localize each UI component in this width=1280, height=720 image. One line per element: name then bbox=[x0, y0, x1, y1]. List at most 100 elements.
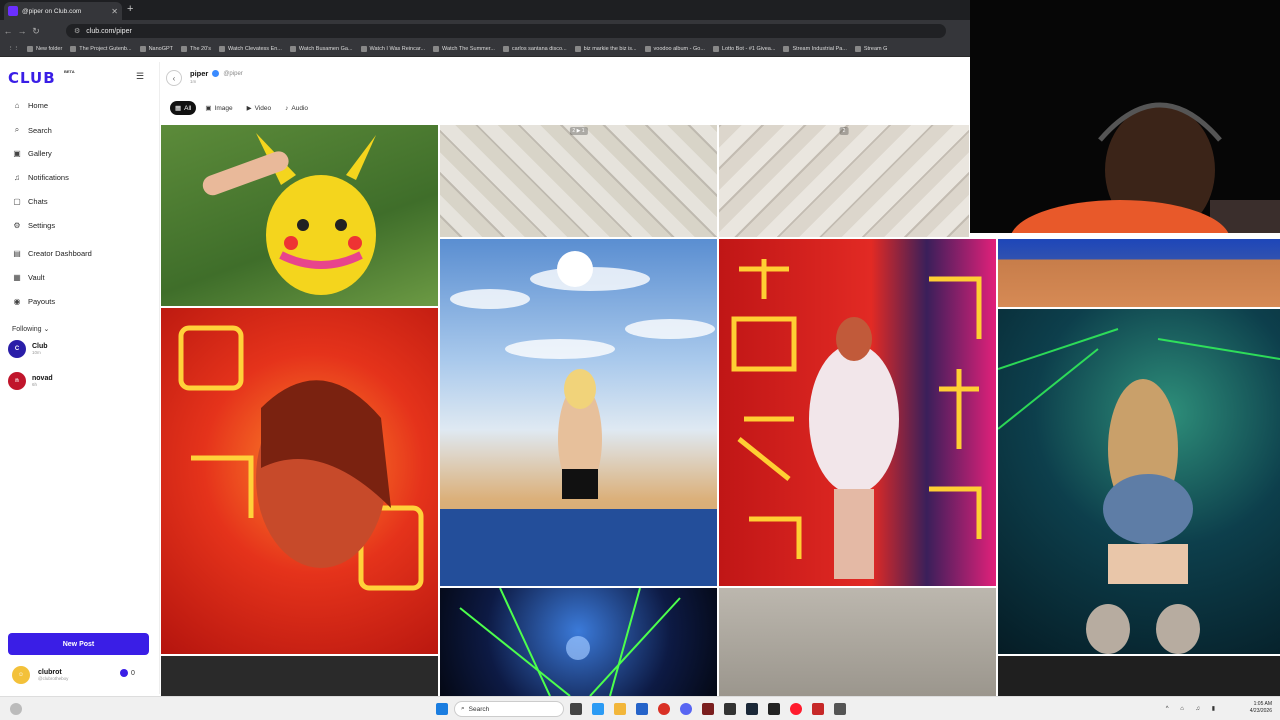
forward-arrow-icon[interactable]: → bbox=[16, 26, 28, 36]
media-tile[interactable] bbox=[998, 309, 1280, 654]
grid-icon: ▦ bbox=[175, 105, 182, 112]
media-count-badge: 2 bbox=[839, 127, 849, 135]
bookmark-item[interactable]: biz markie the biz is... bbox=[574, 46, 637, 52]
media-filter-tabs: ▦ All ▣ Image ▶ Video ♪ Audio bbox=[170, 101, 313, 115]
bookmark-item[interactable]: The Project Gutenb... bbox=[70, 46, 132, 52]
bookmark-item[interactable]: The 20's bbox=[181, 46, 211, 52]
app-icon[interactable] bbox=[834, 703, 846, 715]
avatar: C bbox=[8, 340, 26, 358]
explorer-icon[interactable] bbox=[614, 703, 626, 715]
app-icon[interactable] bbox=[702, 703, 714, 715]
chevron-down-icon: ⌄ bbox=[43, 326, 50, 333]
profile-name[interactable]: piper @piper bbox=[190, 69, 243, 78]
media-tile[interactable] bbox=[161, 656, 438, 696]
menu-icon[interactable]: ☰ bbox=[136, 71, 144, 82]
following-item[interactable]: n novad 6h bbox=[8, 372, 53, 390]
tab-title: @piper on Club.com bbox=[22, 7, 82, 15]
sidebar-item-gallery[interactable]: ▣ Gallery bbox=[12, 149, 52, 158]
system-tray-icon[interactable]: ^ ⌂ ♫ ▮ bbox=[1166, 705, 1220, 712]
bookmark-item[interactable]: New folder bbox=[27, 46, 62, 52]
bookmark-item[interactable]: NanoGPT bbox=[139, 46, 173, 52]
bookmark-item[interactable]: Stream Industrial Pa... bbox=[783, 46, 847, 52]
clock[interactable]: 1:05 AM 4/23/2026 bbox=[1250, 701, 1272, 715]
sidebar-item-home[interactable]: ⌂ Home bbox=[12, 101, 48, 110]
tab-video[interactable]: ▶ Video bbox=[242, 101, 277, 115]
url-field[interactable]: ⚙ club.com/piper bbox=[66, 24, 946, 38]
media-tile[interactable] bbox=[998, 239, 1280, 307]
sidebar-item-vault[interactable]: ▦ Vault bbox=[12, 273, 44, 282]
webcam-overlay bbox=[970, 0, 1280, 233]
home-icon: ⌂ bbox=[14, 101, 20, 110]
sidebar-item-payouts[interactable]: ◉ Payouts bbox=[12, 297, 56, 306]
bookmark-item[interactable]: voodoo album - Go... bbox=[644, 46, 705, 52]
bookmark-item[interactable]: Watch The Summer... bbox=[433, 46, 495, 52]
sidebar-item-creator-dashboard[interactable]: ▤ Creator Dashboard bbox=[12, 249, 92, 258]
media-tile[interactable] bbox=[998, 656, 1280, 696]
browser-tab[interactable]: @piper on Club.com ✕ bbox=[4, 2, 122, 20]
profile-header: ‹ piper @piper 1m ▦ All ▣ Image ▶ Video ♪ Au… bbox=[160, 62, 970, 126]
neon-sign-photo bbox=[731, 259, 982, 579]
account-menu[interactable]: ☺ clubrot @clubrotheboy bbox=[12, 666, 68, 684]
media-tile[interactable] bbox=[161, 308, 438, 654]
url-text: club.com/piper bbox=[86, 27, 132, 35]
new-tab-icon[interactable]: + bbox=[127, 3, 133, 15]
coin-icon bbox=[120, 669, 128, 677]
copilot-icon[interactable] bbox=[592, 703, 604, 715]
media-tile[interactable] bbox=[440, 588, 717, 696]
sidebar-item-search[interactable]: ⌕ Search bbox=[12, 125, 52, 135]
store-icon[interactable] bbox=[636, 703, 648, 715]
credits-badge[interactable]: 0 bbox=[120, 669, 135, 677]
gallery-icon: ▣ bbox=[13, 149, 21, 158]
following-toggle[interactable]: Following ⌄ bbox=[12, 325, 49, 333]
reload-icon[interactable]: ↻ bbox=[30, 26, 42, 37]
search-icon: ⌕ bbox=[14, 125, 20, 134]
chrome-icon[interactable] bbox=[658, 703, 670, 715]
steam-icon[interactable] bbox=[746, 703, 758, 715]
neon-portrait-photo bbox=[178, 325, 424, 591]
close-tab-icon[interactable]: ✕ bbox=[111, 7, 118, 16]
app-icon[interactable] bbox=[812, 703, 824, 715]
club-logo[interactable]: CLUB bbox=[8, 69, 56, 87]
payout-icon: ◉ bbox=[13, 297, 21, 306]
taskview-icon[interactable] bbox=[570, 703, 582, 715]
sidebar-item-chats[interactable]: ▢ Chats bbox=[12, 197, 47, 206]
media-tile[interactable] bbox=[440, 239, 717, 586]
bookmark-item[interactable]: Lotto Bot - #1 Givea... bbox=[712, 46, 775, 52]
tab-all[interactable]: ▦ All bbox=[170, 101, 197, 115]
following-item[interactable]: C Club 10m bbox=[8, 340, 48, 358]
video-icon: ▶ bbox=[246, 105, 252, 112]
widgets-icon[interactable] bbox=[10, 703, 22, 715]
start-icon[interactable] bbox=[436, 703, 448, 715]
bookmark-item[interactable]: carlos santana disco... bbox=[502, 46, 567, 52]
tab-image[interactable]: ▣ Image bbox=[200, 101, 237, 115]
sidebar: CLUB BETA ☰ ⌂ Home ⌕ Search ▣ Gallery ♫ Noti… bbox=[0, 62, 160, 694]
dashboard-icon: ▤ bbox=[13, 249, 21, 258]
app-icon[interactable] bbox=[724, 703, 736, 715]
verified-icon bbox=[212, 70, 220, 77]
balcony-photo bbox=[440, 251, 717, 586]
opera-icon[interactable] bbox=[790, 703, 802, 715]
bookmark-item[interactable]: Stream G bbox=[854, 46, 887, 52]
discord-icon[interactable] bbox=[680, 703, 692, 715]
media-tile[interactable]: 2 ▶ 1 bbox=[440, 125, 717, 237]
sidebar-item-settings[interactable]: ⚙ Settings bbox=[12, 221, 55, 230]
media-tile[interactable] bbox=[719, 239, 996, 586]
stage-lights-photo bbox=[459, 588, 681, 696]
sidebar-item-notifications[interactable]: ♫ Notifications bbox=[12, 173, 69, 182]
chevron-left-icon: ‹ bbox=[172, 73, 176, 83]
back-button[interactable]: ‹ bbox=[166, 70, 182, 86]
site-info-icon[interactable]: ⚙ bbox=[74, 27, 80, 35]
media-tile[interactable] bbox=[719, 588, 996, 696]
new-post-button[interactable]: New Post bbox=[8, 633, 149, 655]
bookmark-item[interactable]: Watch Busamen Ga... bbox=[289, 46, 353, 52]
bookmark-item[interactable]: Watch Clevatess En... bbox=[218, 46, 282, 52]
tab-audio[interactable]: ♪ Audio bbox=[280, 101, 313, 115]
bookmark-item[interactable]: Watch I Was Reincar... bbox=[360, 46, 425, 52]
vault-icon: ▦ bbox=[13, 273, 21, 282]
apps-icon[interactable]: ⋮⋮ bbox=[8, 46, 19, 52]
back-arrow-icon[interactable]: ← bbox=[2, 26, 14, 36]
taskbar-search[interactable]: ⌕ Search bbox=[454, 701, 564, 717]
media-tile[interactable]: 2 bbox=[719, 125, 969, 237]
media-tile[interactable] bbox=[161, 125, 438, 306]
app-icon[interactable] bbox=[768, 703, 780, 715]
